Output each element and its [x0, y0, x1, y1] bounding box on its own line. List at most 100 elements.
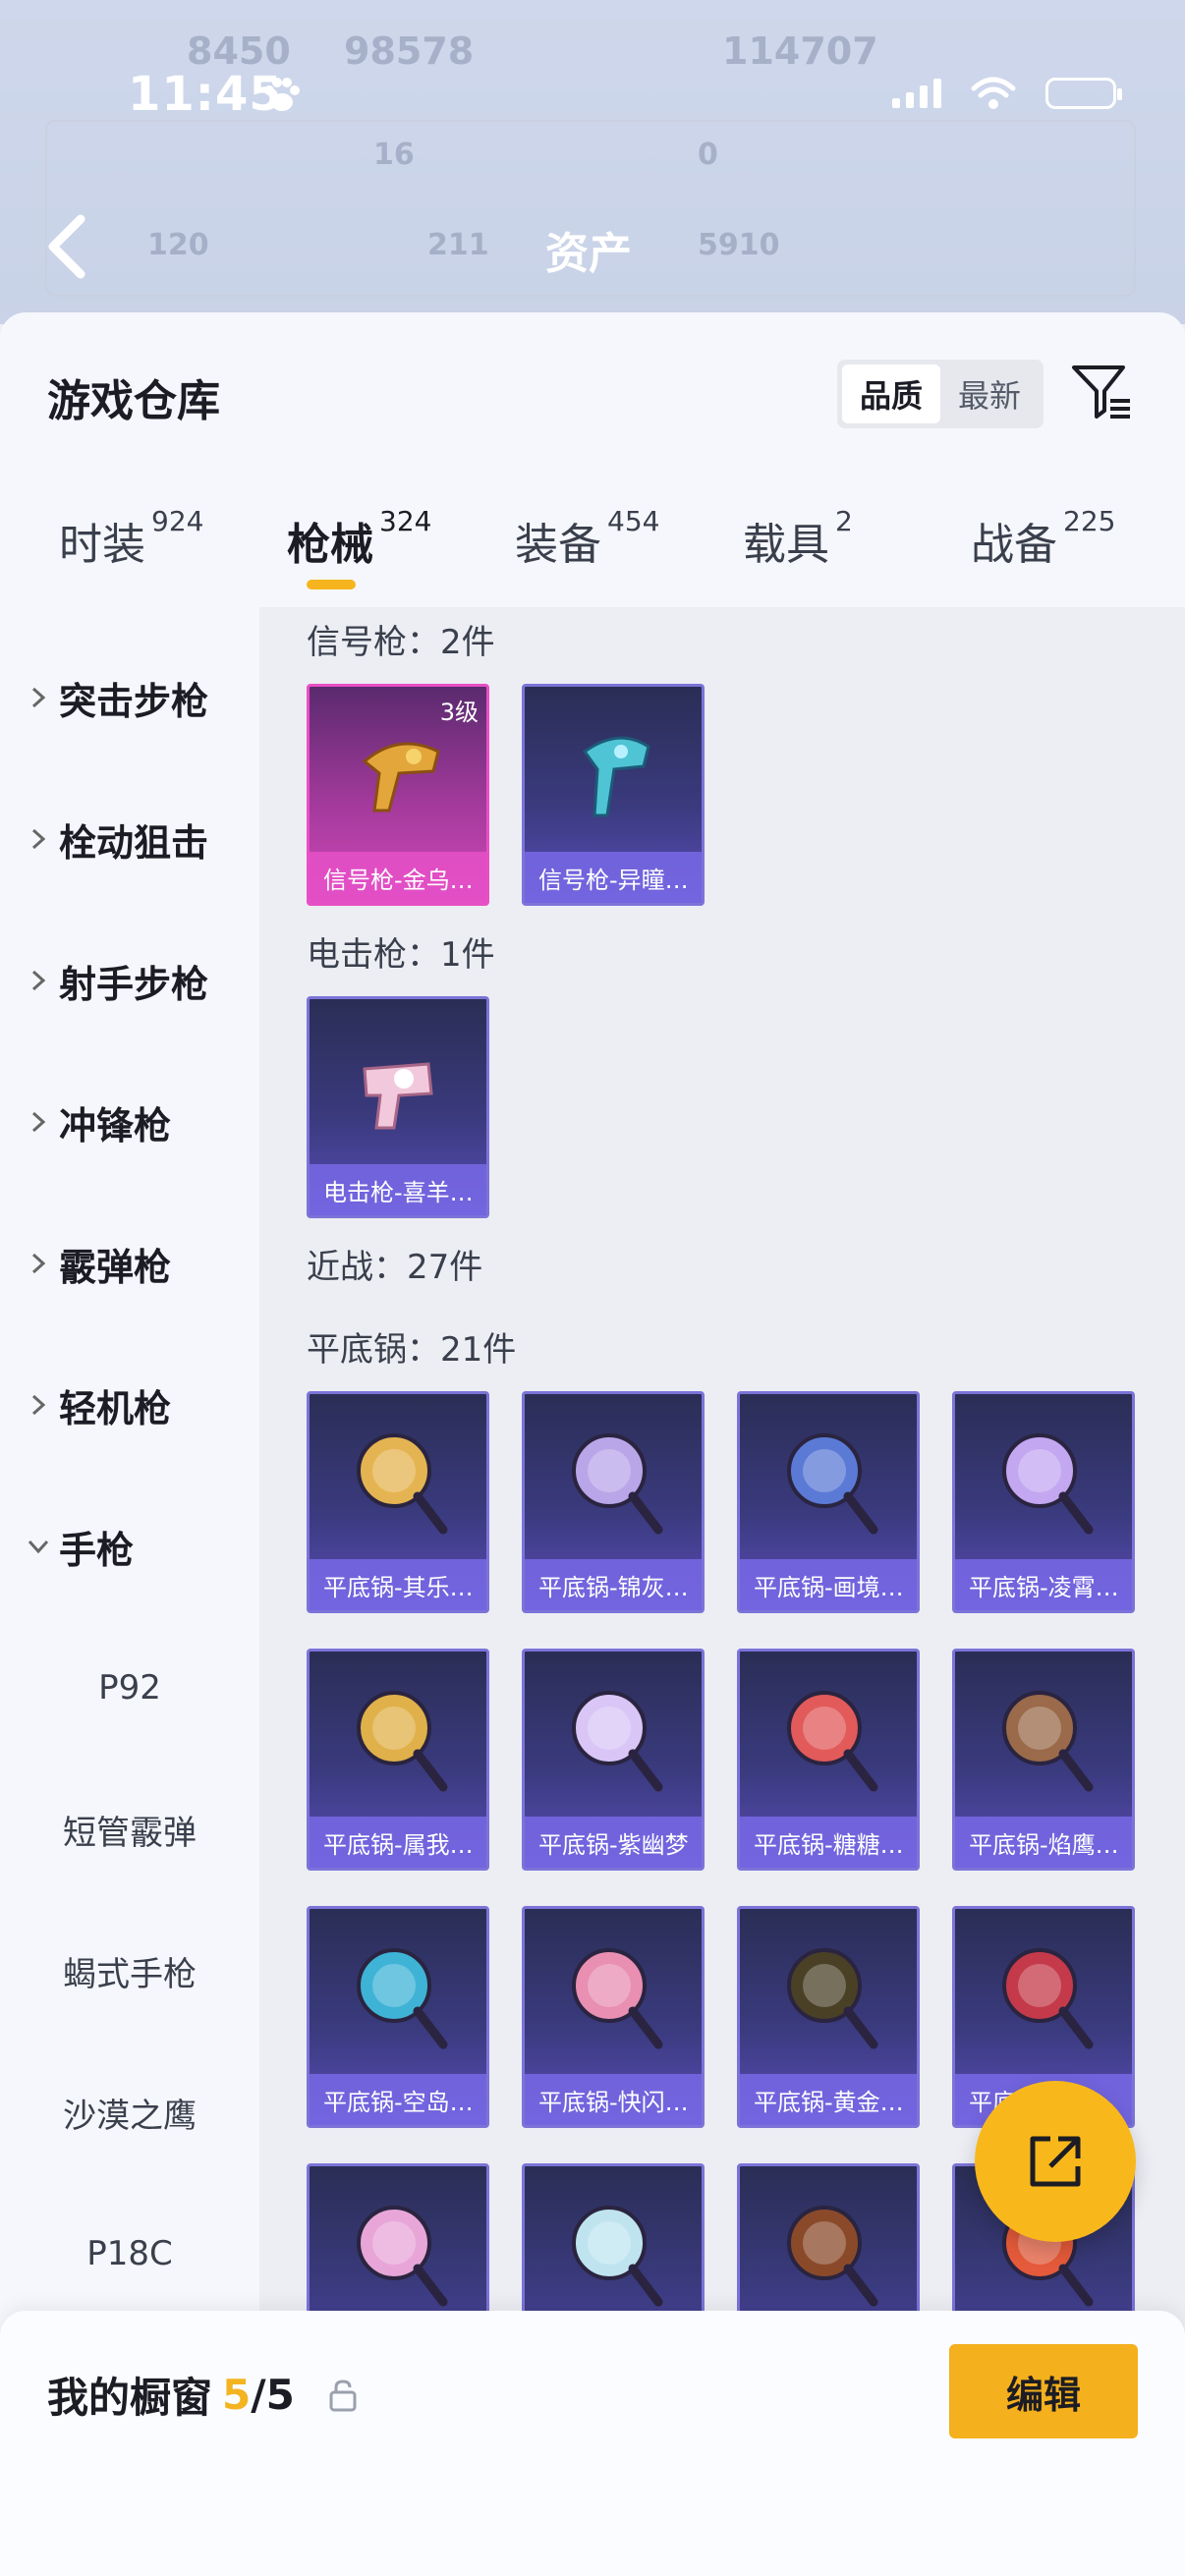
item-card[interactable]: 信号枪-异瞳… [522, 684, 705, 906]
sidebar-item-marksman[interactable]: 射手步枪 [0, 941, 259, 1020]
frying-pan-icon [1002, 1948, 1094, 2049]
frying-pan-icon [1002, 1691, 1094, 1792]
tab-label: 载具 [743, 520, 829, 570]
frying-pan-icon [357, 2206, 448, 2307]
tab-count: 924 [151, 505, 204, 537]
external-link-icon [1030, 2136, 1081, 2187]
sidebar-item-shotgun[interactable]: 霰弹枪 [0, 1224, 259, 1303]
sort-toggle: 品质 最新 [837, 360, 1044, 428]
frying-pan-icon [572, 1433, 663, 1535]
chevron-right-icon [31, 970, 46, 991]
tab-guns[interactable]: 枪械 324 [287, 505, 431, 572]
chevron-right-icon [31, 828, 46, 850]
edit-button[interactable]: 编辑 [949, 2344, 1138, 2438]
item-name: 平底锅-糖糖… [740, 1817, 917, 1868]
sidebar-item-assault-rifle[interactable]: 突击步枪 [0, 658, 259, 737]
sort-quality-button[interactable]: 品质 [842, 364, 940, 423]
tab-count: 454 [607, 505, 660, 537]
ghost-number: 0 [698, 138, 718, 172]
flare-gun-icon [362, 742, 440, 812]
item-name: 平底锅-画境… [740, 1559, 917, 1610]
item-card[interactable]: 平底锅-紫幽梦 [522, 1649, 705, 1871]
item-card[interactable]: 平底锅-黄金… [737, 1906, 920, 2128]
sidebar-subitem-p92[interactable]: P92 [0, 1649, 259, 1727]
item-card[interactable]: 电击枪-喜羊… [307, 996, 489, 1218]
chevron-right-icon [31, 1253, 46, 1274]
sidebar-item-pistol[interactable]: 手枪 [0, 1507, 259, 1586]
item-card[interactable]: 平底锅-锦灰… [522, 1391, 705, 1613]
sidebar-item-lmg[interactable]: 轻机枪 [0, 1366, 259, 1444]
item-card[interactable]: 平底锅-属我… [307, 1649, 489, 1871]
tab-equipment[interactable]: 装备 454 [515, 505, 659, 572]
background-header: 8450 98578 114707 16 0 120 211 5910 11:4… [0, 0, 1185, 324]
filter-icon[interactable] [1069, 360, 1134, 424]
chevron-right-icon [31, 1394, 46, 1416]
group-label-pan: 平底锅：21件 [307, 1330, 517, 1370]
frying-pan-icon [787, 1433, 878, 1535]
item-card[interactable]: 平底锅-快闪… [522, 1906, 705, 2128]
sidebar-item-label: 手枪 [59, 1528, 135, 1572]
item-card[interactable]: 平底锅-其乐… [307, 1391, 489, 1613]
sidebar-item-label: 栓动狙击 [59, 820, 209, 865]
item-name: 平底锅-凌霄… [955, 1559, 1132, 1610]
item-name: 平底锅-焰鹰… [955, 1817, 1132, 1868]
showcase-total: /5 [251, 2371, 295, 2419]
item-name: 平底锅-空岛… [310, 2074, 486, 2125]
tab-tactical[interactable]: 战备 225 [971, 505, 1115, 572]
frying-pan-icon [787, 1691, 878, 1792]
sidebar-item-label: 霰弹枪 [59, 1245, 172, 1289]
item-name: 信号枪-异瞳… [525, 852, 702, 903]
sidebar-item-label: 射手步枪 [59, 962, 209, 1006]
item-card[interactable]: 平底锅-凌霄… [952, 1391, 1135, 1613]
stun-gun-icon [363, 1062, 433, 1130]
frying-pan-icon [357, 1433, 448, 1535]
ghost-number: 211 [427, 228, 489, 262]
back-icon[interactable] [43, 211, 90, 282]
tab-label: 装备 [515, 520, 601, 570]
sidebar-subitem-sawed-off[interactable]: 短管霰弹 [0, 1790, 259, 1869]
item-grid-area: 信号枪：2件 3级 信号枪-金乌… 信号枪-异瞳… 电击枪：1件 电击枪-喜羊… [259, 607, 1185, 2576]
showcase-bar: 我的橱窗 5 /5 编辑 [0, 2311, 1185, 2576]
sidebar-subitem-deagle[interactable]: 沙漠之鹰 [0, 2073, 259, 2152]
item-card[interactable]: 平底锅-糖糖… [737, 1649, 920, 1871]
tab-count: 324 [379, 505, 432, 537]
item-card[interactable]: 平底锅-空岛… [307, 1906, 489, 2128]
share-button[interactable] [975, 2081, 1136, 2242]
showcase-label: 我的橱窗 5 /5 [47, 2365, 358, 2425]
ghost-number: 120 [147, 228, 209, 262]
page-title: 资产 [545, 229, 632, 279]
item-name: 平底锅-属我… [310, 1817, 486, 1868]
sheet-title: 游戏仓库 [47, 376, 220, 426]
sort-newest-button[interactable]: 最新 [940, 364, 1039, 423]
warehouse-sheet: 游戏仓库 品质 最新 时装 924 枪械 324 装备 454 载具 2 战备 225 [0, 312, 1185, 2576]
item-name: 平底锅-锦灰… [525, 1559, 702, 1610]
sidebar-item-smg[interactable]: 冲锋枪 [0, 1083, 259, 1161]
item-card[interactable]: 平底锅-画境… [737, 1391, 920, 1613]
active-tab-indicator [307, 580, 356, 589]
lock-icon [329, 2379, 357, 2411]
group-label-flare: 信号枪：2件 [307, 623, 495, 662]
ghost-number: 16 [373, 138, 415, 172]
frying-pan-icon [357, 1691, 448, 1792]
frying-pan-icon [1002, 1433, 1094, 1535]
frying-pan-icon [572, 1691, 663, 1792]
tab-label: 时装 [59, 520, 145, 570]
showcase-title: 我的橱窗 [47, 2374, 213, 2422]
paw-icon [264, 78, 300, 111]
sidebar-subitem-skorpion[interactable]: 蝎式手枪 [0, 1932, 259, 2010]
frying-pan-icon [787, 2206, 878, 2307]
tab-outfits[interactable]: 时装 924 [59, 505, 203, 572]
frying-pan-icon [572, 2206, 663, 2307]
tab-label: 枪械 [287, 520, 373, 570]
sidebar-item-bolt-sniper[interactable]: 栓动狙击 [0, 800, 259, 878]
flare-gun-icon [582, 736, 650, 817]
item-card[interactable]: 3级 信号枪-金乌… [307, 684, 489, 906]
item-card[interactable]: 平底锅-焰鹰… [952, 1649, 1135, 1871]
chevron-right-icon [31, 687, 46, 708]
tab-count: 2 [835, 505, 853, 537]
frying-pan-icon [572, 1948, 663, 2049]
sidebar: 突击步枪 栓动狙击 射手步枪 冲锋枪 霰弹枪 轻机枪 手枪 P92 短管霰弹 蝎… [0, 607, 259, 2576]
sidebar-subitem-p18c[interactable]: P18C [0, 2214, 259, 2293]
tab-vehicles[interactable]: 载具 2 [743, 505, 853, 572]
wifi-icon [971, 77, 1016, 109]
